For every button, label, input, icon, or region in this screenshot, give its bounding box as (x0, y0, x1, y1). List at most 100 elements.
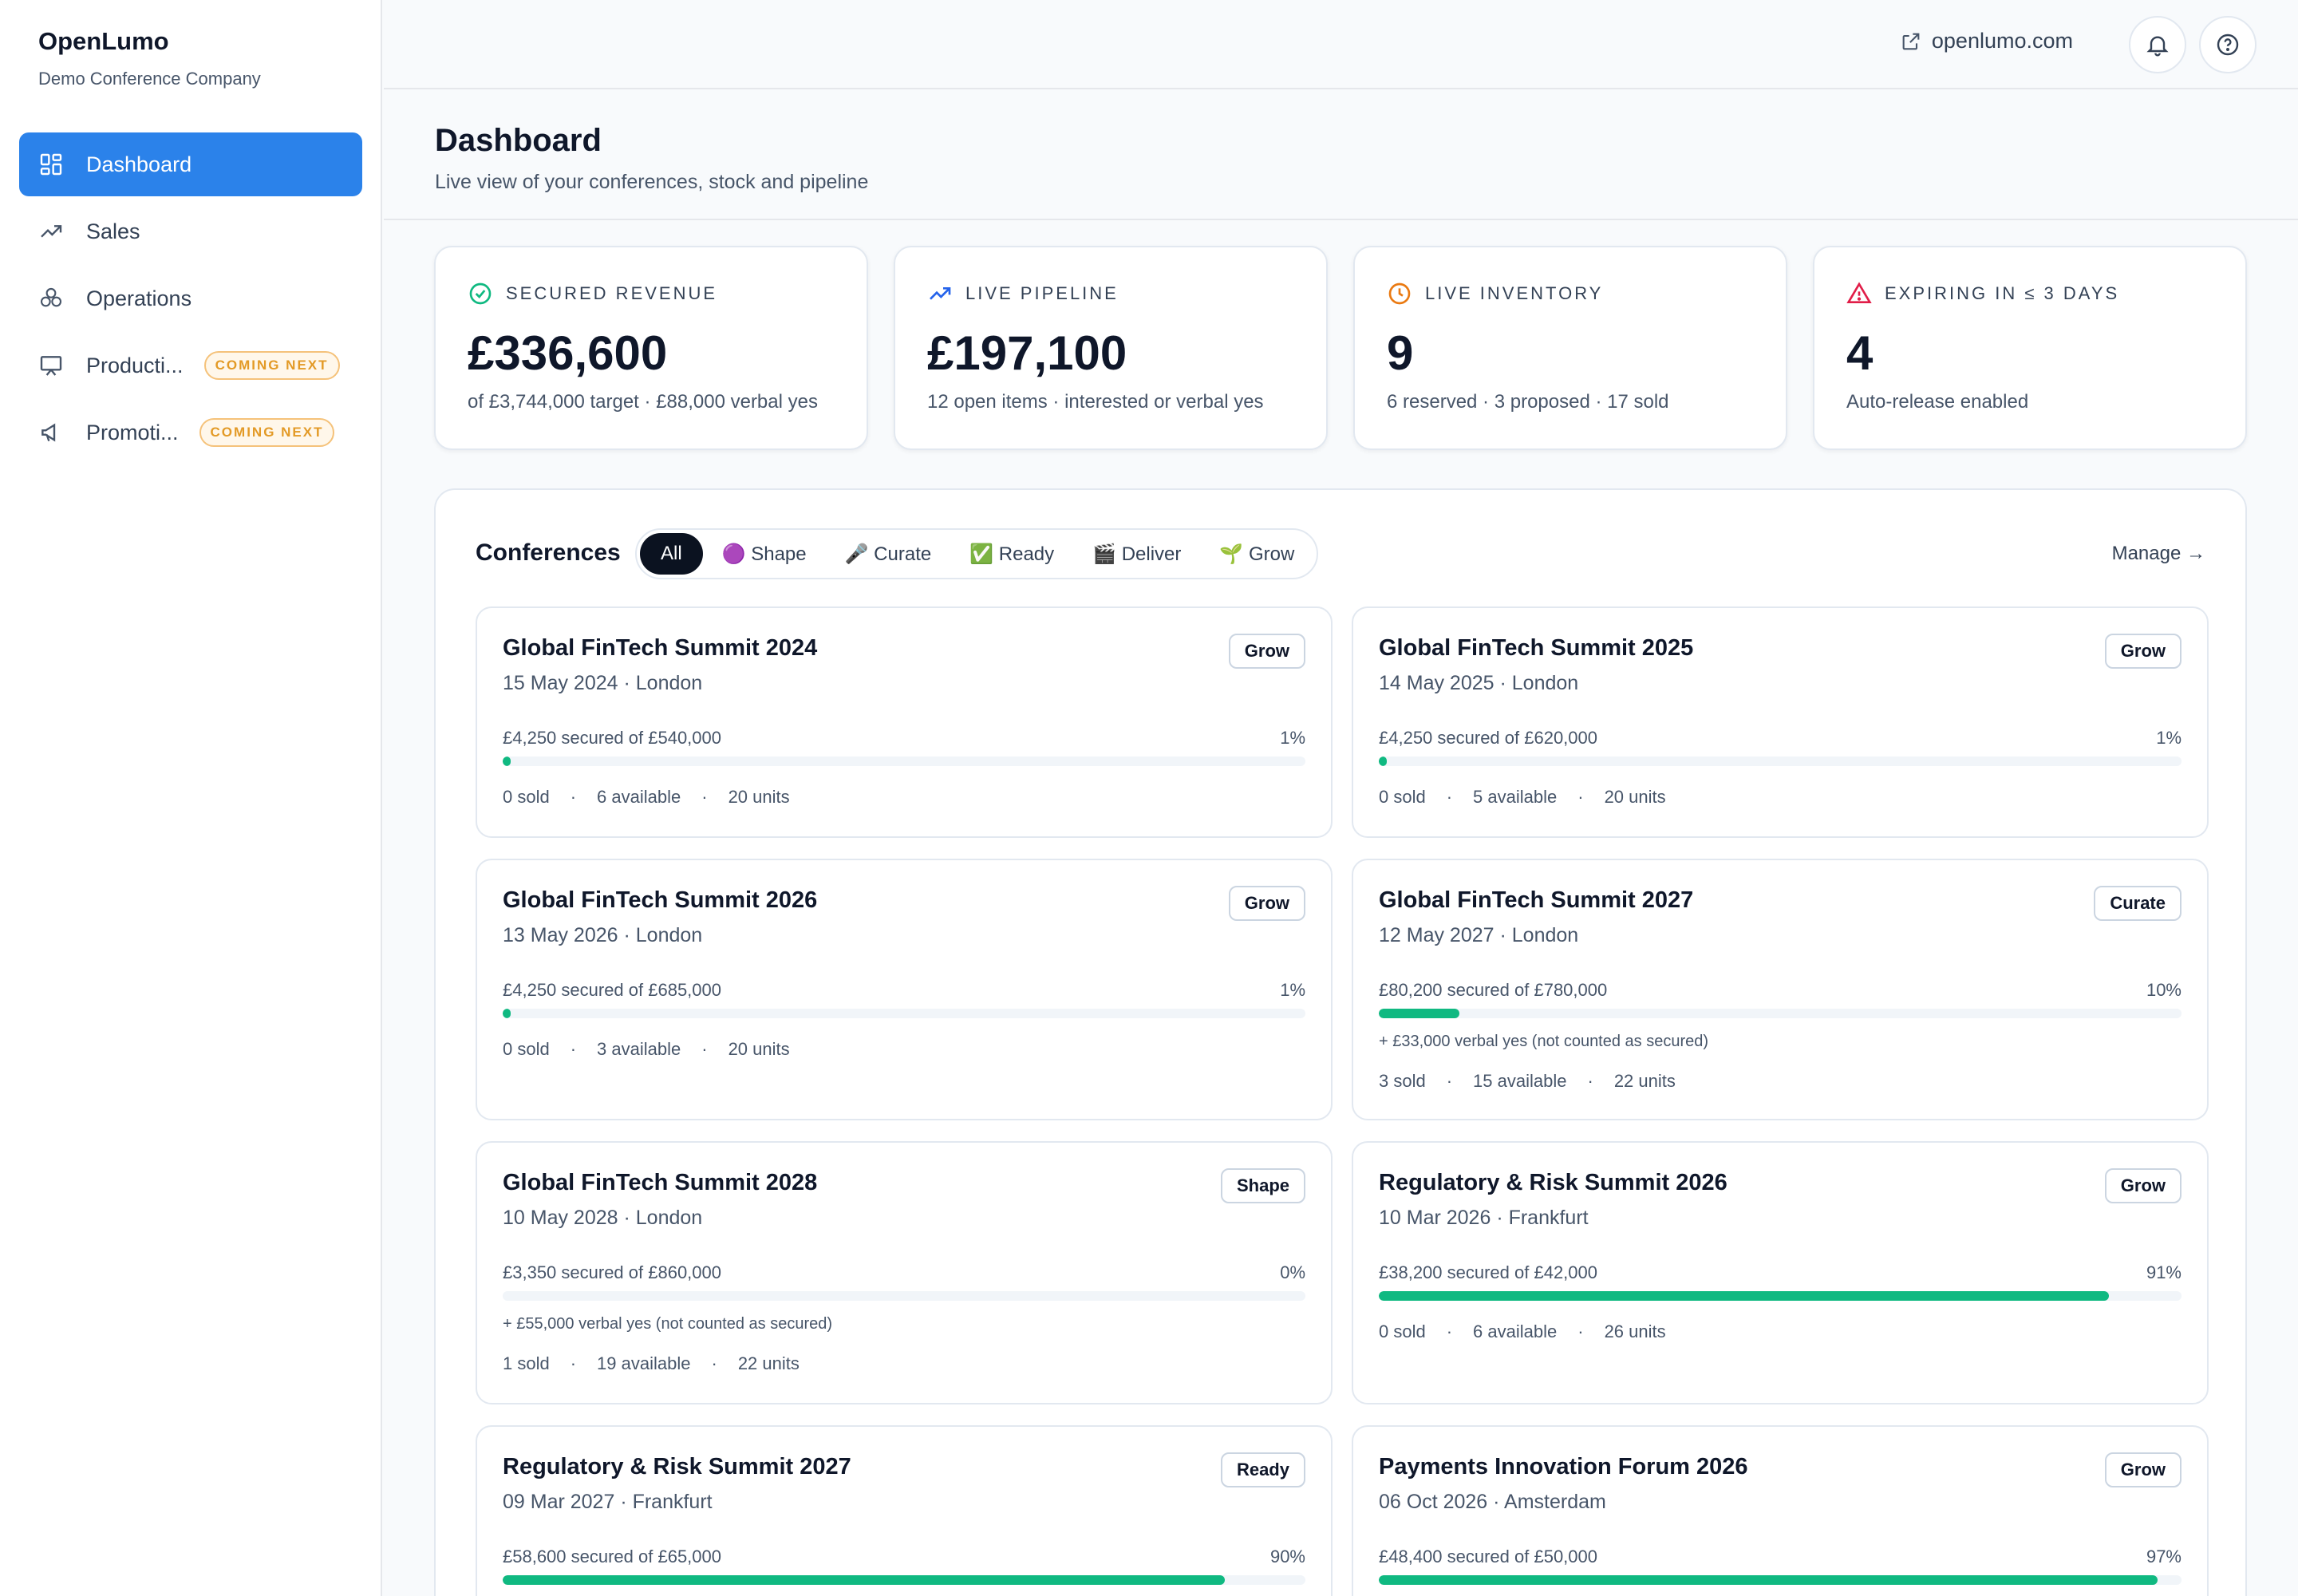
progress-fill (503, 757, 511, 766)
conference-name: Global FinTech Summit 2024 (503, 635, 818, 661)
topbar: openlumo.com (384, 0, 2298, 89)
stage-badge: Grow (2104, 634, 2182, 669)
stat-card-expiring: EXPIRING IN ≤ 3 DAYS 4 Auto-release enab… (1813, 246, 2247, 450)
secured-text: £80,200 secured of £780,000 (1379, 980, 1608, 1000)
stage-badge: Ready (1220, 1452, 1305, 1487)
help-button[interactable] (2199, 16, 2257, 73)
clock-icon (1388, 282, 1411, 305)
sidebar-item-sales[interactable]: Sales (19, 200, 362, 263)
notifications-button[interactable] (2129, 16, 2186, 73)
progress-fill (1379, 1009, 1459, 1018)
secured-text: £3,350 secured of £860,000 (503, 1262, 722, 1282)
sidebar-item-label: Promoti... (86, 420, 179, 444)
app-name: OpenLumo (38, 27, 169, 55)
trend-up-icon (930, 287, 951, 300)
progress-fill (1379, 757, 1388, 766)
secured-percent: 1% (1280, 728, 1305, 748)
conference-card[interactable]: Global FinTech Summit 2025 14 May 2025 ·… (1352, 606, 2209, 838)
conference-card[interactable]: Regulatory & Risk Summit 2027 09 Mar 202… (476, 1425, 1333, 1596)
units-count: 22 units (737, 1353, 800, 1373)
stage-badge: Grow (1228, 634, 1305, 669)
conference-date: 10 May 2028 · London (503, 1207, 703, 1229)
progress-track (503, 757, 1305, 766)
progress-track (1379, 1575, 2182, 1585)
sidebar-item-promotion[interactable]: Promoti... COMING NEXT (19, 401, 362, 464)
sidebar-item-label: Dashboard (86, 152, 192, 176)
site-link[interactable]: openlumo.com (1900, 29, 2073, 53)
conference-card[interactable]: Regulatory & Risk Summit 2026 10 Mar 202… (1352, 1141, 2209, 1404)
conference-name: Global FinTech Summit 2028 (503, 1170, 818, 1195)
stat-label: EXPIRING IN ≤ 3 DAYS (1885, 283, 2120, 303)
verbal-yes-note: + £33,000 verbal yes (not counted as sec… (1379, 1033, 1709, 1050)
conference-date: 09 Mar 2027 · Frankfurt (503, 1491, 713, 1513)
stage-filter: All 🟣 Shape 🎤 Curate ✅ Ready 🎬 Deliver 🌱… (635, 528, 1319, 579)
stat-value: £336,600 (468, 326, 668, 380)
presentation-icon (38, 353, 64, 378)
sidebar: OpenLumo Demo Conference Company Dashboa… (0, 0, 382, 1596)
filter-grow[interactable]: 🌱 Grow (1200, 533, 1313, 575)
stat-note: of £3,744,000 target · £88,000 verbal ye… (468, 391, 818, 413)
inventory-counts: 3 sold · 15 available · 22 units (1379, 1071, 1676, 1091)
inventory-counts: 0 sold · 3 available · 20 units (503, 1039, 790, 1059)
progress-fill (1379, 1575, 2158, 1585)
sidebar-item-label: Producti... (86, 353, 184, 377)
sidebar-item-dashboard[interactable]: Dashboard (19, 132, 362, 196)
sidebar-item-label: Operations (86, 286, 192, 310)
inventory-counts: 0 sold · 6 available · 20 units (503, 787, 790, 807)
conference-date: 15 May 2024 · London (503, 672, 703, 694)
trend-up-icon (38, 219, 64, 244)
conference-date: 06 Oct 2026 · Amsterdam (1379, 1491, 1606, 1513)
inventory-counts: 0 sold · 6 available · 26 units (1379, 1321, 1666, 1341)
bell-icon (2146, 36, 2169, 57)
conference-card[interactable]: Global FinTech Summit 2027 12 May 2027 ·… (1352, 859, 2209, 1120)
filter-curate[interactable]: 🎤 Curate (826, 533, 951, 575)
page-subtitle: Live view of your conferences, stock and… (435, 171, 869, 193)
filter-all[interactable]: All (640, 533, 703, 575)
progress-track (503, 1009, 1305, 1018)
stage-badge: Shape (1220, 1168, 1305, 1203)
units-count: 26 units (1604, 1321, 1666, 1341)
stat-note: 6 reserved · 3 proposed · 17 sold (1387, 391, 1669, 413)
conference-card[interactable]: Payments Innovation Forum 2026 06 Oct 20… (1352, 1425, 2209, 1596)
secured-percent: 10% (2146, 980, 2182, 1000)
secured-text: £48,400 secured of £50,000 (1379, 1547, 1598, 1566)
filter-ready[interactable]: ✅ Ready (950, 533, 1073, 575)
megaphone-icon (38, 420, 64, 445)
conference-card[interactable]: Global FinTech Summit 2028 10 May 2028 ·… (476, 1141, 1333, 1404)
available-count: 6 available (597, 787, 681, 807)
secured-percent: 1% (1280, 980, 1305, 1000)
dashboard-icon (38, 152, 64, 177)
progress-fill (1379, 1291, 2110, 1301)
sold-count: 0 sold (503, 787, 550, 807)
secured-percent: 91% (2146, 1262, 2182, 1282)
cubes-icon (38, 286, 64, 311)
conference-card[interactable]: Global FinTech Summit 2024 15 May 2024 ·… (476, 606, 1333, 838)
warning-icon (1846, 282, 1872, 303)
secured-percent: 1% (2156, 728, 2182, 748)
stat-label: LIVE PIPELINE (965, 283, 1119, 303)
progress-track (1379, 1009, 2182, 1018)
secured-text: £38,200 secured of £42,000 (1379, 1262, 1598, 1282)
sidebar-item-production[interactable]: Producti... COMING NEXT (19, 334, 362, 397)
secured-text: £58,600 secured of £65,000 (503, 1547, 722, 1566)
coming-next-badge: COMING NEXT (199, 418, 335, 447)
conference-date: 12 May 2027 · London (1379, 924, 1579, 946)
company-name: Demo Conference Company (38, 69, 261, 89)
conference-date: 14 May 2025 · London (1379, 672, 1579, 694)
conference-date: 13 May 2026 · London (503, 924, 703, 946)
stage-badge: Grow (1228, 886, 1305, 921)
filter-shape[interactable]: 🟣 Shape (703, 533, 826, 575)
sidebar-item-label: Sales (86, 219, 140, 243)
stat-value: 4 (1846, 326, 1874, 380)
filter-deliver[interactable]: 🎬 Deliver (1073, 533, 1200, 575)
sidebar-item-operations[interactable]: Operations (19, 267, 362, 330)
conference-card[interactable]: Global FinTech Summit 2026 13 May 2026 ·… (476, 859, 1333, 1120)
progress-track (503, 1291, 1305, 1301)
sold-count: 0 sold (1379, 1321, 1426, 1341)
conferences-panel: Conferences All 🟣 Shape 🎤 Curate ✅ Ready… (434, 488, 2247, 1596)
inventory-counts: 1 sold · 19 available · 22 units (503, 1353, 800, 1373)
manage-link[interactable]: Manage → (2112, 543, 2205, 565)
sold-count: 0 sold (503, 1039, 550, 1059)
sold-count: 3 sold (1379, 1071, 1426, 1091)
check-circle-icon (469, 282, 492, 305)
